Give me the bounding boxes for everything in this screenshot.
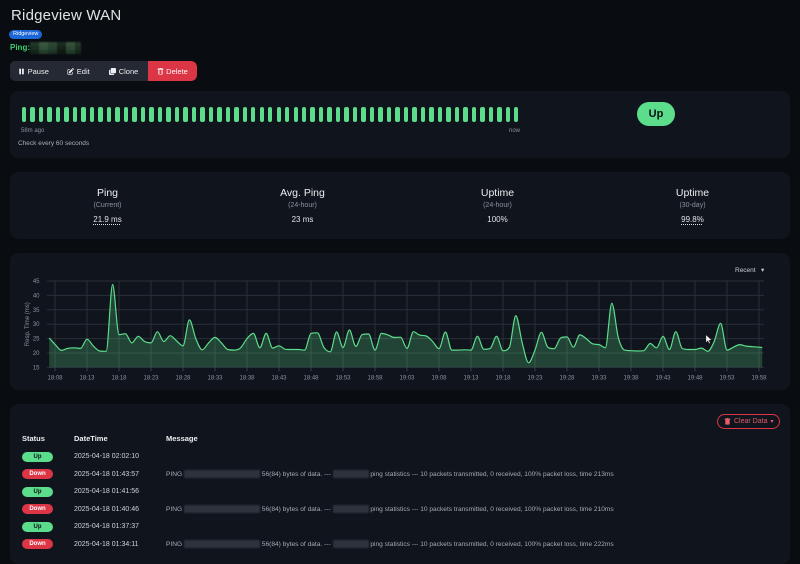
svg-text:19:28: 19:28 <box>559 375 575 381</box>
svg-text:18:53: 18:53 <box>335 375 351 381</box>
svg-text:18:08: 18:08 <box>47 375 63 381</box>
svg-text:19:18: 19:18 <box>495 375 511 381</box>
svg-text:19:38: 19:38 <box>623 375 639 381</box>
svg-text:19:13: 19:13 <box>463 375 479 381</box>
svg-text:18:18: 18:18 <box>111 375 127 381</box>
svg-text:40: 40 <box>33 293 40 299</box>
svg-text:18:13: 18:13 <box>79 375 95 381</box>
svg-text:18:33: 18:33 <box>207 375 223 381</box>
svg-text:18:28: 18:28 <box>175 375 191 381</box>
svg-text:18:23: 18:23 <box>143 375 159 381</box>
svg-text:19:03: 19:03 <box>399 375 415 381</box>
svg-text:18:48: 18:48 <box>303 375 319 381</box>
svg-text:Resp. Time (ms): Resp. Time (ms) <box>25 302 31 346</box>
svg-text:19:23: 19:23 <box>527 375 543 381</box>
svg-text:19:43: 19:43 <box>655 375 671 381</box>
svg-text:19:53: 19:53 <box>719 375 735 381</box>
svg-text:18:38: 18:38 <box>239 375 255 381</box>
svg-text:18:43: 18:43 <box>271 375 287 381</box>
svg-text:35: 35 <box>33 308 40 314</box>
svg-text:19:08: 19:08 <box>431 375 447 381</box>
svg-text:19:58: 19:58 <box>751 375 767 381</box>
svg-text:45: 45 <box>33 279 40 285</box>
svg-text:19:33: 19:33 <box>591 375 607 381</box>
svg-text:20: 20 <box>33 351 40 357</box>
svg-text:15: 15 <box>33 365 40 371</box>
svg-text:18:58: 18:58 <box>367 375 383 381</box>
svg-text:25: 25 <box>33 337 40 343</box>
svg-text:30: 30 <box>33 322 40 328</box>
svg-text:19:48: 19:48 <box>687 375 703 381</box>
